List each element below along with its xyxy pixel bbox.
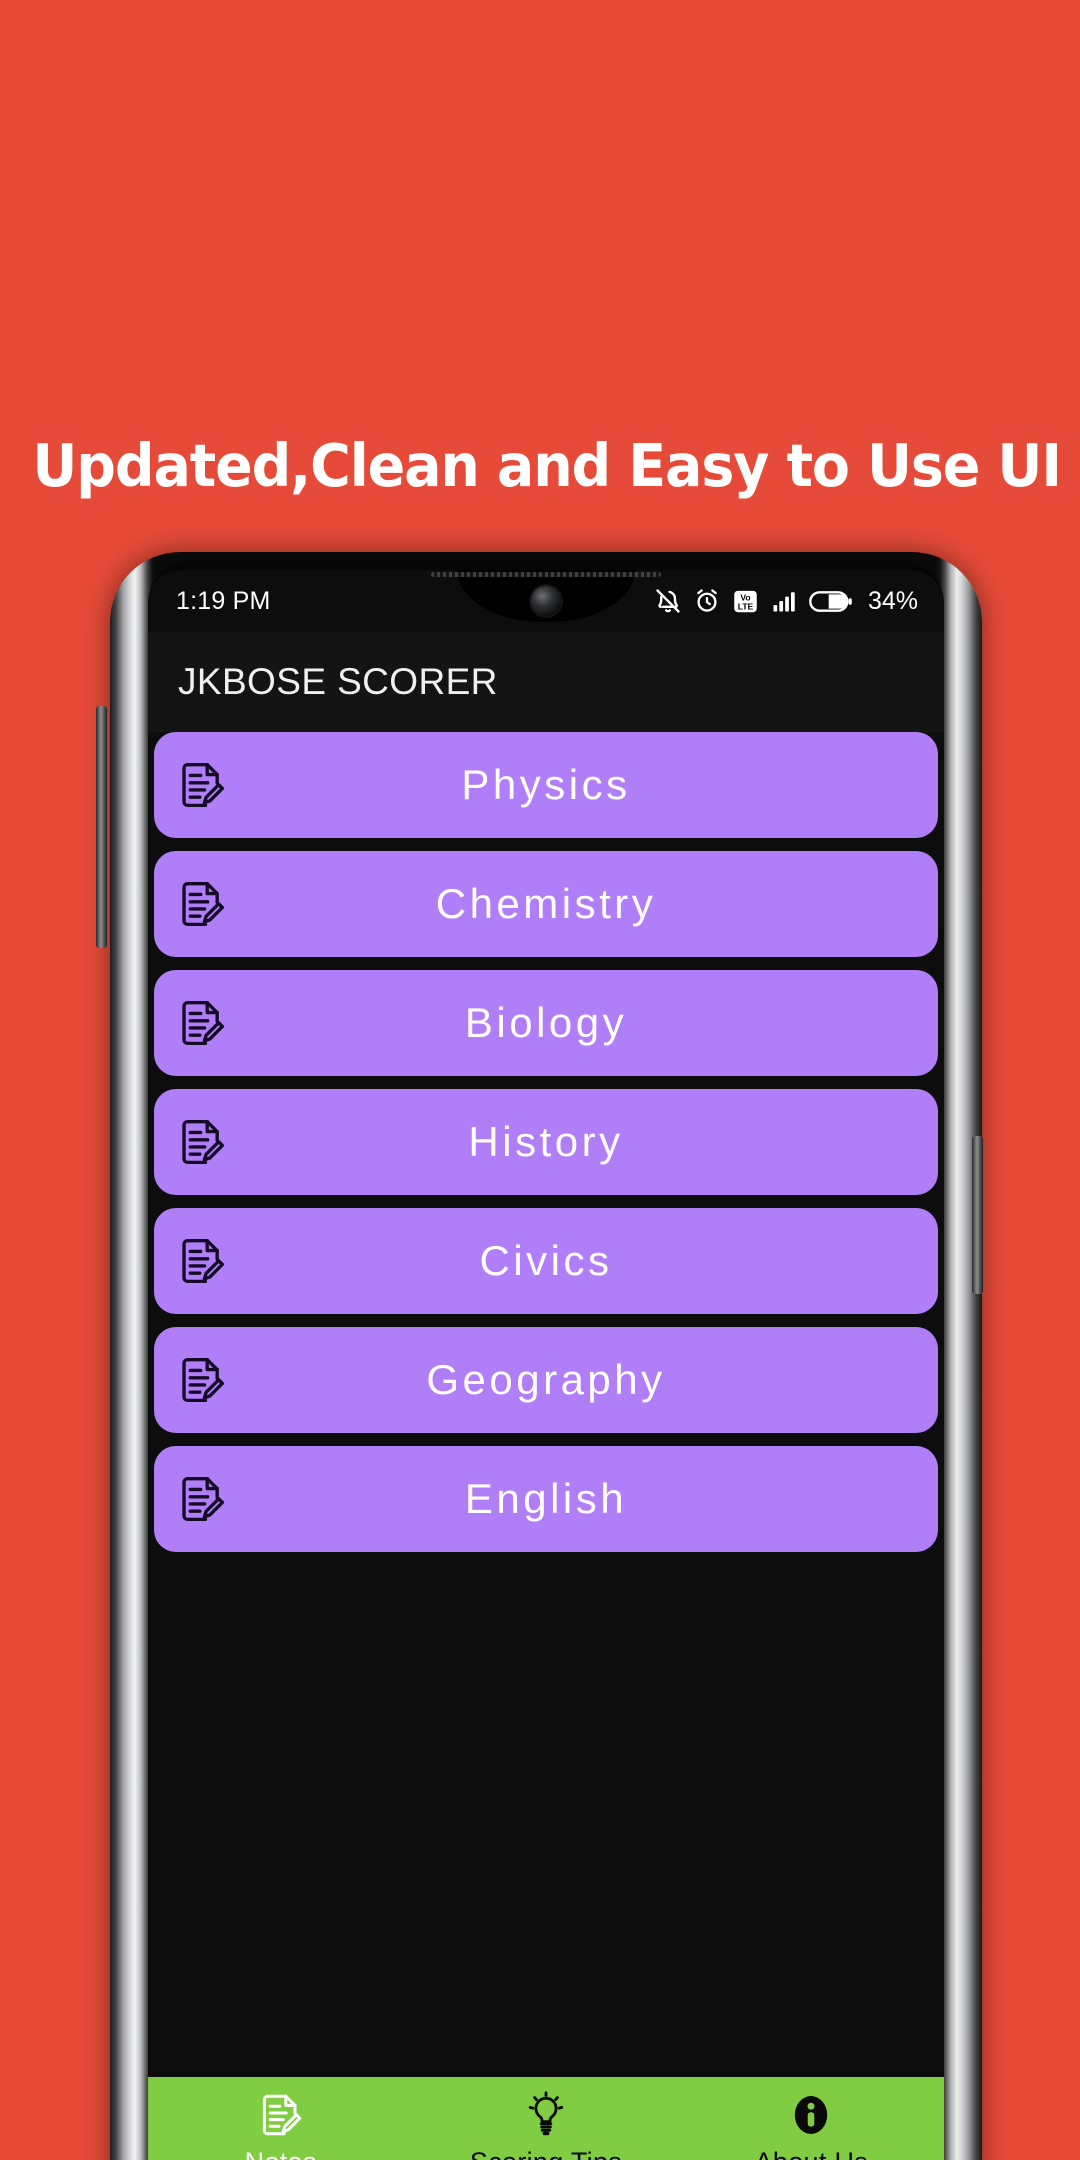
app-bar: JKBOSE SCORER xyxy=(148,632,944,732)
subject-label: History xyxy=(468,1118,624,1165)
note-edit-icon xyxy=(176,1235,228,1287)
note-edit-icon xyxy=(176,759,228,811)
volte-bottom-text: LTE xyxy=(738,601,754,611)
nav-label: Scoring Tips xyxy=(470,2147,622,2160)
subject-label: Geography xyxy=(426,1356,666,1403)
nav-item-notes[interactable]: Notes xyxy=(148,2091,413,2160)
subject-label: English xyxy=(464,1475,628,1522)
note-edit-icon xyxy=(176,1116,228,1168)
bell-muted-icon xyxy=(654,587,682,615)
subject-button-civics[interactable]: Civics xyxy=(154,1208,938,1314)
note-edit-icon xyxy=(176,1354,228,1406)
alarm-icon xyxy=(693,587,721,615)
subject-button-biology[interactable]: Biology xyxy=(154,970,938,1076)
subject-label: Physics xyxy=(461,761,631,808)
app-title: JKBOSE SCORER xyxy=(178,661,498,702)
subject-label: Civics xyxy=(479,1237,613,1284)
nav-label: Notes xyxy=(245,2147,317,2160)
promo-headline: Updated,Clean and Easy to Use UI xyxy=(32,431,1062,500)
signal-bars-icon xyxy=(770,587,798,615)
lightbulb-icon xyxy=(522,2091,570,2139)
status-time: 1:19 PM xyxy=(176,586,271,615)
subject-list: Physics Chemistry Biology History Civics… xyxy=(148,732,944,2077)
battery-icon xyxy=(809,589,853,614)
nav-item-scoring-tips[interactable]: Scoring Tips xyxy=(413,2091,678,2160)
earpiece-speaker xyxy=(431,572,661,577)
volume-button[interactable] xyxy=(96,706,107,948)
note-edit-icon xyxy=(176,997,228,1049)
subject-button-history[interactable]: History xyxy=(154,1089,938,1195)
note-edit-icon xyxy=(176,1473,228,1525)
nav-label: About Us xyxy=(755,2147,868,2160)
phone-screen: 1:19 PM Vo LTE 34% JKBOSE SCORER Physics… xyxy=(148,570,944,2160)
subject-button-english[interactable]: English xyxy=(154,1446,938,1552)
status-bar-right: Vo LTE 34% xyxy=(654,587,918,616)
info-icon xyxy=(787,2091,835,2139)
subject-button-physics[interactable]: Physics xyxy=(154,732,938,838)
battery-percent-label: 34% xyxy=(867,586,918,615)
front-camera-icon xyxy=(531,586,561,616)
note-edit-icon xyxy=(176,878,228,930)
status-bar-left: 1:19 PM xyxy=(176,587,271,616)
nav-item-about-us[interactable]: About Us xyxy=(679,2091,944,2160)
volte-icon: Vo LTE xyxy=(732,588,759,615)
power-button[interactable] xyxy=(972,1136,983,1294)
note-edit-icon xyxy=(257,2091,305,2139)
subject-label: Biology xyxy=(464,999,628,1046)
subject-button-geography[interactable]: Geography xyxy=(154,1327,938,1433)
subject-button-chemistry[interactable]: Chemistry xyxy=(154,851,938,957)
subject-label: Chemistry xyxy=(435,880,657,927)
bottom-navigation-bar: Notes Scoring Tips xyxy=(148,2077,944,2160)
